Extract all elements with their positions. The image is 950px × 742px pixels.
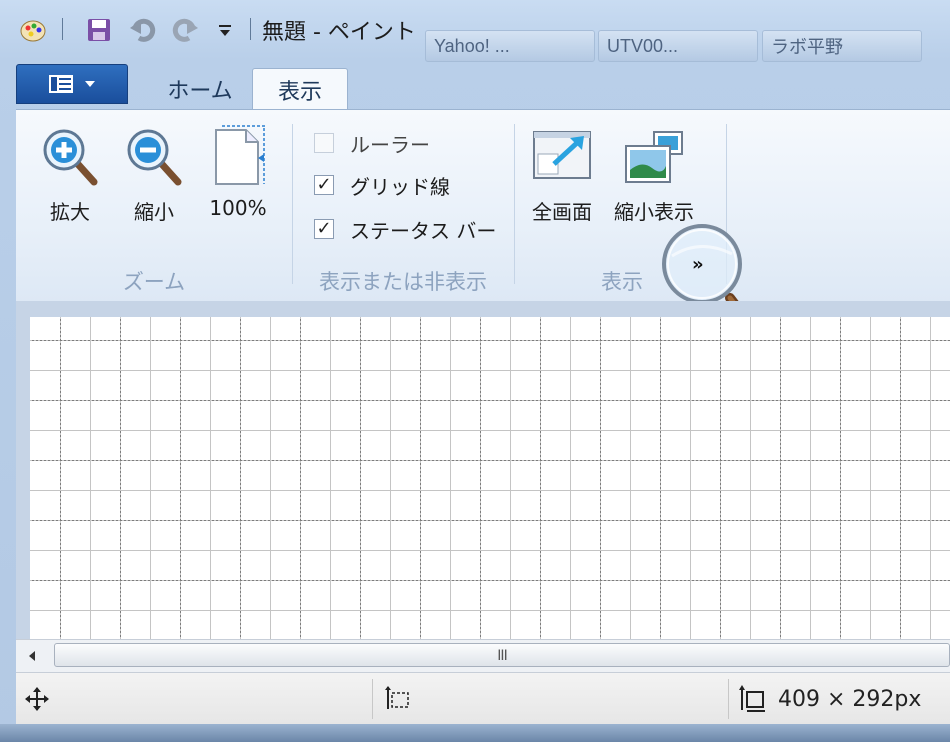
paint-app-icon[interactable] (18, 14, 48, 46)
gridlines-checkbox-row[interactable]: ✓ グリッド線 (314, 170, 450, 200)
menu-icon (49, 75, 73, 93)
background-tab-yahoo: Yahoo! ... (425, 30, 595, 62)
status-divider (372, 679, 373, 719)
group-separator (292, 124, 293, 284)
background-tab-label: UTV00... (607, 35, 679, 56)
statusbar-label: ステータス バー (350, 218, 497, 243)
tab-label: ホーム (167, 79, 233, 104)
title-bar: Yahoo! ... UTV00... ラボ平野 無題 - ペイント (0, 0, 950, 62)
zoom-in-label: 拡大 (50, 200, 90, 224)
thumbnail-label: 縮小表示 (614, 200, 694, 224)
horizontal-scrollbar[interactable]: III (16, 639, 950, 672)
show-hide-group: ルーラー ✓ グリッド線 ✓ ステータス バー 表示または非表示 (294, 110, 512, 302)
toolbar-separator (62, 18, 63, 40)
zoom-out-label: 縮小 (134, 200, 174, 224)
background-tab-label: ラボ平野 (771, 37, 843, 57)
zoom-in-icon (43, 129, 98, 186)
arrow-left-icon (29, 651, 35, 661)
scroll-left-arrow[interactable] (22, 646, 42, 666)
zoom-out-icon (127, 129, 182, 186)
toolbar-separator (250, 18, 251, 40)
cursor-position-cell (24, 673, 50, 725)
drawing-canvas[interactable] (30, 317, 950, 639)
selection-size-icon (385, 686, 409, 709)
background-tab-lab: ラボ平野 (762, 30, 922, 62)
zoom-100-label: 100% (209, 196, 267, 220)
background-tab-utv: UTV00... (598, 30, 758, 62)
fullscreen-icon (533, 131, 591, 179)
redo-icon[interactable] (170, 14, 200, 46)
fullscreen-button[interactable]: 全画面 (530, 124, 594, 225)
undo-icon[interactable] (128, 14, 158, 46)
zoom-100-button[interactable]: 100% (206, 124, 270, 220)
ribbon-panel: 拡大 縮小 100% ズーム ルーラー ✓ グリッド線 ✓ ステータス バー 表… (16, 109, 950, 302)
canvas-size-text: 409 × 292px (778, 686, 922, 712)
background-tab-label: Yahoo! ... (434, 35, 510, 56)
canvas-size-icon (739, 685, 765, 712)
gridlines-checkbox[interactable]: ✓ (314, 175, 334, 195)
status-bar: 409 × 292px (16, 672, 950, 725)
statusbar-checkbox[interactable]: ✓ (314, 219, 334, 239)
tab-label: 表示 (277, 79, 322, 105)
zoom-group: 拡大 縮小 100% ズーム (16, 110, 292, 302)
thumbnail-icon (625, 131, 683, 183)
thumbnail-button[interactable]: 縮小表示 (614, 124, 694, 225)
actual-size-icon (215, 125, 266, 185)
application-menu-button[interactable] (16, 64, 128, 104)
paint-window: Yahoo! ... UTV00... ラボ平野 無題 - ペイント ホーム 表… (0, 0, 950, 742)
zoom-in-button[interactable]: 拡大 (38, 124, 102, 225)
ribbon-tab-row: ホーム 表示 (16, 62, 950, 110)
canvas-workspace (16, 301, 950, 639)
chevron-down-icon (85, 81, 95, 87)
group-separator (514, 124, 515, 284)
statusbar-checkbox-row[interactable]: ✓ ステータス バー (314, 214, 496, 244)
ribbon-overflow-label: » (692, 254, 704, 275)
scrollbar-grip: III (497, 648, 507, 664)
tab-home[interactable]: ホーム (140, 68, 260, 110)
zoom-out-button[interactable]: 縮小 (122, 124, 186, 225)
ruler-checkbox[interactable] (314, 133, 334, 153)
ruler-checkbox-row[interactable]: ルーラー (314, 128, 430, 158)
ruler-label: ルーラー (350, 132, 430, 157)
window-title: 無題 - ペイント (262, 20, 416, 45)
status-divider (728, 679, 729, 719)
cursor-position-icon (25, 687, 49, 711)
save-icon[interactable] (84, 14, 114, 46)
tab-view[interactable]: 表示 (252, 68, 348, 110)
zoom-group-label: ズーム (122, 270, 186, 294)
customize-dropdown-icon[interactable] (210, 14, 240, 46)
scrollbar-thumb[interactable]: III (54, 643, 950, 667)
selection-size-cell (384, 673, 412, 725)
window-bottom-border (0, 724, 950, 742)
fullscreen-label: 全画面 (532, 200, 592, 224)
gridlines-label: グリッド線 (350, 174, 450, 199)
canvas-size-cell: 409 × 292px (738, 673, 921, 725)
show-hide-group-label: 表示または非表示 (319, 270, 487, 294)
